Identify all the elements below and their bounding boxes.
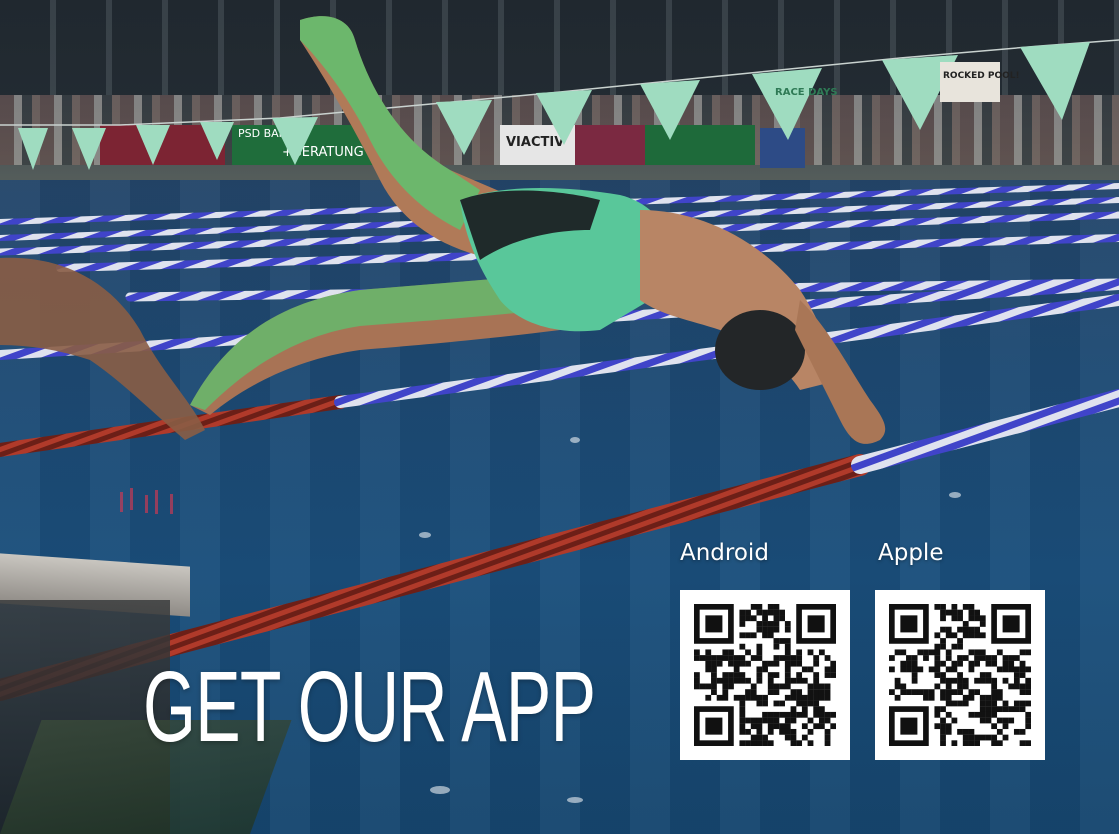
- qr-code-icon: [694, 604, 836, 746]
- download-apple[interactable]: Apple: [875, 540, 1045, 760]
- android-label: Android: [680, 540, 769, 566]
- apple-label: Apple: [878, 540, 944, 566]
- qr-code-icon: [889, 604, 1031, 746]
- page-title: GET OUR APP: [143, 651, 596, 763]
- download-android[interactable]: Android: [680, 540, 850, 760]
- apple-qr-code[interactable]: [875, 590, 1045, 760]
- android-qr-code[interactable]: [680, 590, 850, 760]
